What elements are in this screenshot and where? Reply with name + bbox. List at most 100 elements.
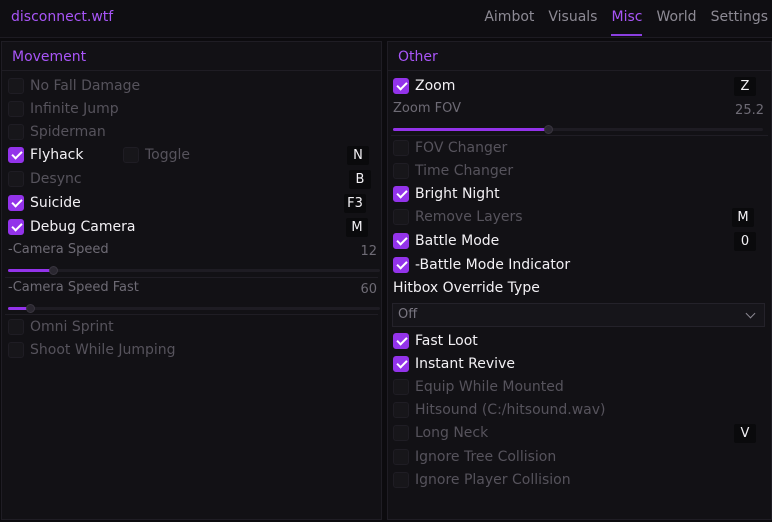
fov-changer-row[interactable]: FOV Changer bbox=[388, 138, 771, 160]
time-changer-row[interactable]: Time Changer bbox=[388, 161, 771, 183]
instant-revive-label: Instant Revive bbox=[415, 356, 515, 372]
debug-camera-row[interactable]: Debug Camera M bbox=[2, 217, 381, 239]
remove-layers-row[interactable]: Remove Layers M bbox=[388, 207, 771, 229]
desync-keybind[interactable]: B bbox=[349, 170, 371, 189]
spiderman-checkbox[interactable] bbox=[8, 124, 24, 140]
battle-mode-indicator-row[interactable]: -Battle Mode Indicator bbox=[388, 255, 771, 277]
ignore-player-collision-row[interactable]: Ignore Player Collision bbox=[388, 470, 771, 492]
fast-loot-row[interactable]: Fast Loot bbox=[388, 331, 771, 353]
infinite-jump-checkbox[interactable] bbox=[8, 101, 24, 117]
bright-night-checkbox[interactable] bbox=[393, 186, 409, 202]
top-bar: disconnect.wtf Aimbot Visuals Misc World… bbox=[0, 0, 772, 38]
flyhack-row[interactable]: Flyhack Toggle N bbox=[2, 145, 381, 167]
no-fall-damage-label: No Fall Damage bbox=[30, 78, 141, 94]
hitsound-label: Hitsound (C:/hitsound.wav) bbox=[415, 402, 606, 418]
movement-title: Movement bbox=[2, 42, 381, 71]
tab-world[interactable]: World bbox=[656, 9, 696, 25]
zoom-fov-fill bbox=[393, 128, 549, 131]
equip-while-mounted-checkbox[interactable] bbox=[393, 379, 409, 395]
no-fall-damage-row[interactable]: No Fall Damage bbox=[2, 76, 381, 98]
ignore-player-collision-checkbox[interactable] bbox=[393, 472, 409, 488]
tab-visuals[interactable]: Visuals bbox=[548, 9, 597, 25]
omni-sprint-label: Omni Sprint bbox=[30, 319, 114, 335]
camera-speed-knob[interactable] bbox=[48, 266, 58, 275]
infinite-jump-label: Infinite Jump bbox=[30, 101, 119, 117]
ignore-tree-collision-label: Ignore Tree Collision bbox=[415, 449, 557, 465]
ignore-player-collision-label: Ignore Player Collision bbox=[415, 472, 571, 488]
hitbox-override-value: Off bbox=[398, 307, 418, 322]
camera-speed-label: -Camera Speed bbox=[8, 242, 109, 257]
divider bbox=[5, 277, 378, 278]
shoot-while-jumping-row[interactable]: Shoot While Jumping bbox=[2, 340, 381, 362]
hitbox-override-dropdown[interactable]: Off bbox=[392, 303, 765, 327]
camera-speed-slider[interactable] bbox=[8, 266, 380, 275]
hitsound-row[interactable]: Hitsound (C:/hitsound.wav) bbox=[388, 400, 771, 422]
bright-night-label: Bright Night bbox=[415, 186, 500, 202]
movement-panel: Movement No Fall Damage Infinite Jump Sp… bbox=[1, 41, 382, 520]
zoom-fov-knob[interactable] bbox=[544, 125, 554, 134]
infinite-jump-row[interactable]: Infinite Jump bbox=[2, 99, 381, 121]
omni-sprint-checkbox[interactable] bbox=[8, 319, 24, 335]
fast-loot-checkbox[interactable] bbox=[393, 333, 409, 349]
instant-revive-row[interactable]: Instant Revive bbox=[388, 354, 771, 376]
other-panel: Other Zoom Z Zoom FOV 25.2 FOV Changer T… bbox=[387, 41, 772, 520]
hitsound-checkbox[interactable] bbox=[393, 402, 409, 418]
omni-sprint-row[interactable]: Omni Sprint bbox=[2, 317, 381, 339]
battle-mode-indicator-checkbox[interactable] bbox=[393, 257, 409, 273]
other-title: Other bbox=[388, 42, 771, 71]
zoom-fov-slider[interactable] bbox=[393, 125, 763, 134]
battle-mode-indicator-label: -Battle Mode Indicator bbox=[415, 257, 571, 273]
flyhack-checkbox[interactable] bbox=[8, 147, 24, 163]
bright-night-row[interactable]: Bright Night bbox=[388, 184, 771, 206]
desync-checkbox[interactable] bbox=[8, 171, 24, 187]
debug-camera-keybind[interactable]: M bbox=[346, 218, 368, 237]
desync-row[interactable]: Desync B bbox=[2, 169, 381, 191]
no-fall-damage-checkbox[interactable] bbox=[8, 78, 24, 94]
fov-changer-checkbox[interactable] bbox=[393, 140, 409, 156]
remove-layers-checkbox[interactable] bbox=[393, 209, 409, 225]
zoom-keybind[interactable]: Z bbox=[734, 77, 756, 96]
long-neck-checkbox[interactable] bbox=[393, 425, 409, 441]
time-changer-checkbox[interactable] bbox=[393, 163, 409, 179]
camera-speed-fill bbox=[8, 269, 53, 272]
tab-settings[interactable]: Settings bbox=[711, 9, 768, 25]
zoom-row[interactable]: Zoom Z bbox=[388, 76, 771, 98]
battle-mode-label: Battle Mode bbox=[415, 233, 500, 249]
spiderman-row[interactable]: Spiderman bbox=[2, 122, 381, 144]
battle-mode-row[interactable]: Battle Mode 0 bbox=[388, 231, 771, 253]
time-changer-label: Time Changer bbox=[415, 163, 514, 179]
tab-misc[interactable]: Misc bbox=[611, 9, 642, 36]
long-neck-label: Long Neck bbox=[415, 425, 489, 441]
suicide-checkbox[interactable] bbox=[8, 195, 24, 211]
shoot-while-jumping-checkbox[interactable] bbox=[8, 342, 24, 358]
divider bbox=[5, 314, 378, 315]
zoom-checkbox[interactable] bbox=[393, 78, 409, 94]
long-neck-row[interactable]: Long Neck V bbox=[388, 423, 771, 445]
toggle-checkbox[interactable] bbox=[123, 147, 139, 163]
suicide-keybind[interactable]: F3 bbox=[344, 194, 366, 213]
shoot-while-jumping-label: Shoot While Jumping bbox=[30, 342, 176, 358]
flyhack-label: Flyhack bbox=[30, 147, 84, 163]
debug-camera-checkbox[interactable] bbox=[8, 219, 24, 235]
hitbox-override-label: Hitbox Override Type bbox=[393, 280, 540, 296]
battle-mode-keybind[interactable]: 0 bbox=[734, 232, 756, 251]
zoom-label: Zoom bbox=[415, 78, 456, 94]
chevron-down-icon bbox=[745, 308, 756, 319]
ignore-tree-collision-row[interactable]: Ignore Tree Collision bbox=[388, 447, 771, 469]
flyhack-keybind[interactable]: N bbox=[347, 146, 369, 165]
remove-layers-keybind[interactable]: M bbox=[732, 208, 754, 227]
ignore-tree-collision-checkbox[interactable] bbox=[393, 449, 409, 465]
long-neck-keybind[interactable]: V bbox=[734, 424, 756, 443]
camera-speed-fast-knob[interactable] bbox=[26, 304, 36, 313]
camera-speed-fast-label: -Camera Speed Fast bbox=[8, 280, 139, 295]
equip-while-mounted-row[interactable]: Equip While Mounted bbox=[388, 377, 771, 399]
instant-revive-checkbox[interactable] bbox=[393, 356, 409, 372]
tab-aimbot[interactable]: Aimbot bbox=[484, 9, 534, 25]
toggle-label: Toggle bbox=[145, 147, 191, 163]
suicide-row[interactable]: Suicide F3 bbox=[2, 193, 381, 215]
fast-loot-label: Fast Loot bbox=[415, 333, 478, 349]
camera-speed-fast-slider[interactable] bbox=[8, 304, 380, 313]
battle-mode-checkbox[interactable] bbox=[393, 233, 409, 249]
debug-camera-label: Debug Camera bbox=[30, 219, 136, 235]
remove-layers-label: Remove Layers bbox=[415, 209, 523, 225]
